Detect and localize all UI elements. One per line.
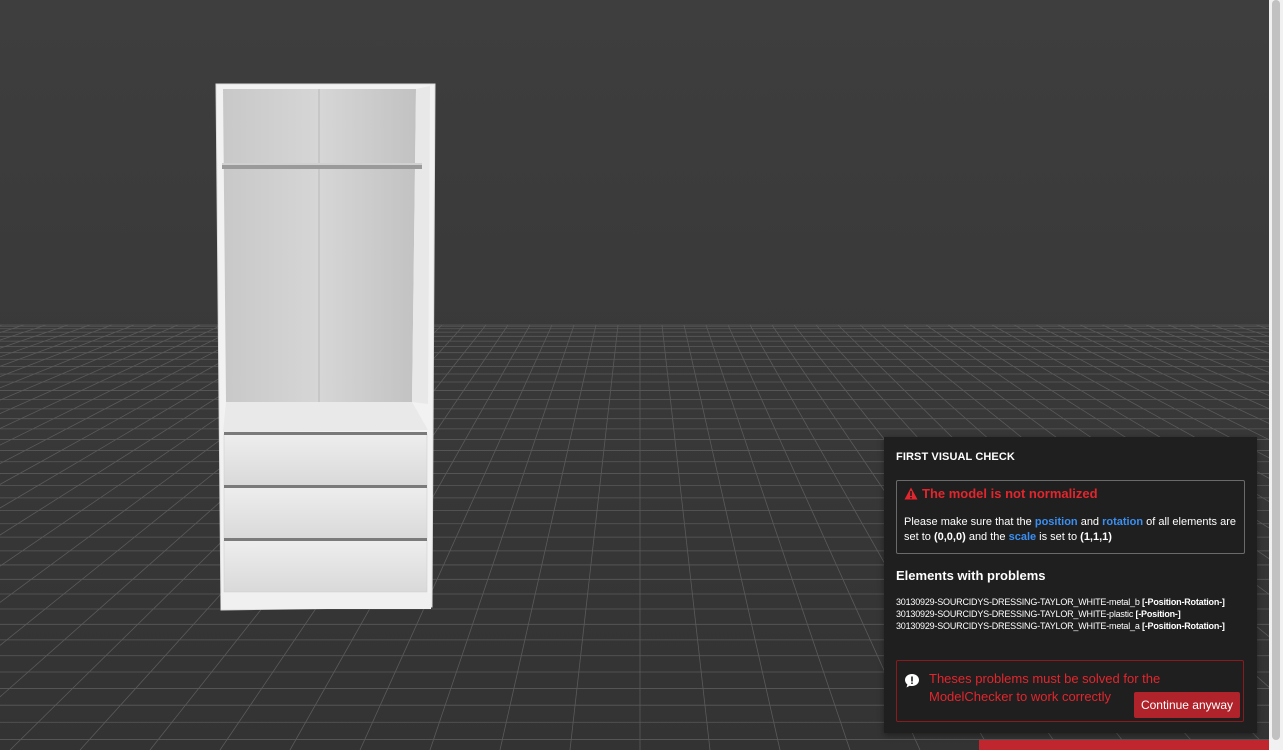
comment-info-icon <box>905 674 919 688</box>
error-notice-box: Theses problems must be solved for the M… <box>896 660 1244 722</box>
first-visual-check-panel: FIRST VISUAL CHECK The model is not norm… <box>884 437 1257 733</box>
element-problem-tag: [-Position-] <box>1135 609 1181 619</box>
one-value: (1,1,1) <box>1080 531 1112 543</box>
normalization-warning-box: The model is not normalized Please make … <box>896 480 1245 554</box>
element-problem-tag: [-Position-Rotation-] <box>1141 597 1225 607</box>
warning-header: The model is not normalized <box>904 486 1237 501</box>
continue-anyway-button[interactable]: Continue anyway <box>1133 692 1240 718</box>
vertical-scrollbar[interactable] <box>1269 0 1283 750</box>
element-name: 30130929-SOURCIDYS-DRESSING-TAYLOR_WHITE… <box>896 621 1142 631</box>
warning-triangle-icon <box>904 487 918 500</box>
wardrobe-model[interactable] <box>215 83 436 611</box>
warning-text-part: is set to <box>1036 531 1081 543</box>
list-item: 30130929-SOURCIDYS-DRESSING-TAYLOR_WHITE… <box>896 608 1245 620</box>
panel-title: FIRST VISUAL CHECK <box>896 451 1015 463</box>
element-problem-tag: [-Position-Rotation-] <box>1141 621 1225 631</box>
problem-element-list: 30130929-SOURCIDYS-DRESSING-TAYLOR_WHITE… <box>896 596 1245 632</box>
warning-message: Please make sure that the position and r… <box>904 515 1237 545</box>
element-name: 30130929-SOURCIDYS-DRESSING-TAYLOR_WHITE… <box>896 609 1136 619</box>
element-name: 30130929-SOURCIDYS-DRESSING-TAYLOR_WHITE… <box>896 597 1142 607</box>
list-item: 30130929-SOURCIDYS-DRESSING-TAYLOR_WHITE… <box>896 620 1245 632</box>
warning-text-part: Please make sure that the <box>904 516 1035 528</box>
position-keyword: position <box>1034 516 1078 528</box>
elements-with-problems-title: Elements with problems <box>896 568 1046 583</box>
warning-title: The model is not normalized <box>922 486 1098 501</box>
list-item: 30130929-SOURCIDYS-DRESSING-TAYLOR_WHITE… <box>896 596 1245 608</box>
rotation-keyword: rotation <box>1102 516 1144 528</box>
warning-text-part: and the <box>965 531 1009 543</box>
warning-text-part: and <box>1077 516 1103 528</box>
scale-keyword: scale <box>1008 531 1037 543</box>
scrollbar-thumb[interactable] <box>1272 0 1280 740</box>
bottom-notification-banner[interactable] <box>979 740 1269 750</box>
zero-value: (0,0,0) <box>933 531 966 543</box>
